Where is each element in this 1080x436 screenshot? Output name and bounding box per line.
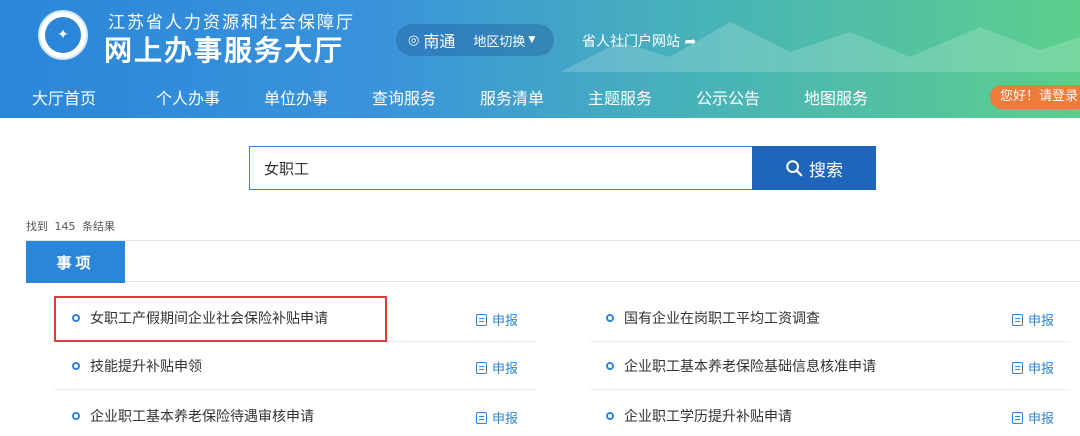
list-item[interactable]: 国有企业在岗职工平均工资调查 — [606, 307, 820, 329]
document-icon — [476, 361, 487, 374]
document-icon — [476, 411, 487, 424]
row-divider — [54, 389, 536, 390]
nav-item-theme[interactable]: 主题服务 — [588, 85, 652, 109]
apply-link[interactable]: 申报 — [476, 358, 518, 377]
list-item[interactable]: 技能提升补贴申领 — [72, 355, 202, 377]
apply-link[interactable]: 申报 — [1012, 310, 1054, 329]
highlight-box — [54, 296, 387, 342]
bullet-icon — [606, 362, 614, 370]
site-logo[interactable]: ✦ — [38, 10, 88, 60]
site-header: ✦ 江苏省人力资源和社会保障厅 网上办事服务大厅 ◎ 南通 地区切换 ▼ 省人社… — [0, 0, 1080, 118]
region-switch-label: 地区切换 — [473, 34, 526, 50]
result-count-prefix: 找到 — [26, 220, 48, 233]
apply-label: 申报 — [1028, 314, 1055, 329]
item-title: 技能提升补贴申领 — [90, 359, 202, 375]
document-icon — [1012, 361, 1023, 374]
row-divider — [590, 341, 1070, 342]
share-arrow-icon: ➦ — [684, 34, 697, 50]
list-item[interactable]: 企业职工学历提升补贴申请 — [606, 405, 792, 427]
current-region: 南通 — [423, 32, 456, 51]
search-button-label: 搜索 — [809, 160, 843, 181]
item-title: 企业职工基本养老保险基础信息核准申请 — [624, 359, 876, 375]
nav-item-service-list[interactable]: 服务清单 — [480, 85, 544, 109]
search-button[interactable]: 搜索 — [752, 146, 876, 190]
caret-down-icon: ▼ — [528, 35, 536, 45]
list-item[interactable]: 企业职工基本养老保险基础信息核准申请 — [606, 355, 876, 377]
document-icon — [476, 313, 487, 326]
hall-name: 网上办事服务大厅 — [104, 34, 345, 67]
apply-label: 申报 — [492, 412, 519, 427]
apply-label: 申报 — [492, 314, 519, 329]
nav-item-home[interactable]: 大厅首页 — [32, 85, 96, 109]
list-item[interactable]: 企业职工基本养老保险待遇审核申请 — [72, 405, 314, 427]
apply-link[interactable]: 申报 — [476, 310, 518, 329]
result-count: 找到 145 条结果 — [26, 218, 118, 234]
item-title: 企业职工学历提升补贴申请 — [624, 409, 792, 425]
result-tabs: 事项 — [26, 240, 1080, 283]
nav-item-query[interactable]: 查询服务 — [372, 85, 436, 109]
nav-item-map[interactable]: 地图服务 — [804, 85, 868, 109]
logo-emblem-icon: ✦ — [45, 17, 81, 53]
nav-item-notice[interactable]: 公示公告 — [696, 85, 760, 109]
item-title: 国有企业在岗职工平均工资调查 — [624, 311, 820, 327]
document-icon — [1012, 411, 1023, 424]
row-divider — [590, 389, 1070, 390]
bullet-icon — [606, 412, 614, 420]
apply-link[interactable]: 申报 — [1012, 408, 1054, 427]
apply-label: 申报 — [492, 362, 519, 377]
search-input[interactable] — [250, 147, 752, 189]
item-title: 企业职工基本养老保险待遇审核申请 — [90, 409, 314, 425]
login-button[interactable]: 您好！请登录 — [990, 85, 1080, 109]
nav-item-personal[interactable]: 个人办事 — [156, 85, 220, 109]
region-selector[interactable]: ◎ 南通 地区切换 ▼ — [396, 24, 554, 56]
location-pin-icon: ◎ — [408, 32, 420, 48]
main-nav: 大厅首页 个人办事 单位办事 查询服务 服务清单 主题服务 公示公告 地图服务 — [0, 72, 1080, 118]
bullet-icon — [606, 314, 614, 322]
apply-label: 申报 — [1028, 412, 1055, 427]
portal-link-label: 省人社门户网站 — [582, 34, 680, 50]
document-icon — [1012, 313, 1023, 326]
nav-item-unit[interactable]: 单位办事 — [264, 85, 328, 109]
tab-items[interactable]: 事项 — [26, 241, 125, 283]
result-count-suffix: 条结果 — [82, 220, 115, 233]
result-count-number: 145 — [54, 220, 76, 233]
bullet-icon — [72, 412, 80, 420]
apply-link[interactable]: 申报 — [1012, 358, 1054, 377]
search-icon — [786, 160, 803, 177]
apply-link[interactable]: 申报 — [476, 408, 518, 427]
search-box — [249, 146, 753, 190]
portal-link[interactable]: 省人社门户网站 ➦ — [582, 31, 696, 51]
apply-label: 申报 — [1028, 362, 1055, 377]
bullet-icon — [72, 362, 80, 370]
